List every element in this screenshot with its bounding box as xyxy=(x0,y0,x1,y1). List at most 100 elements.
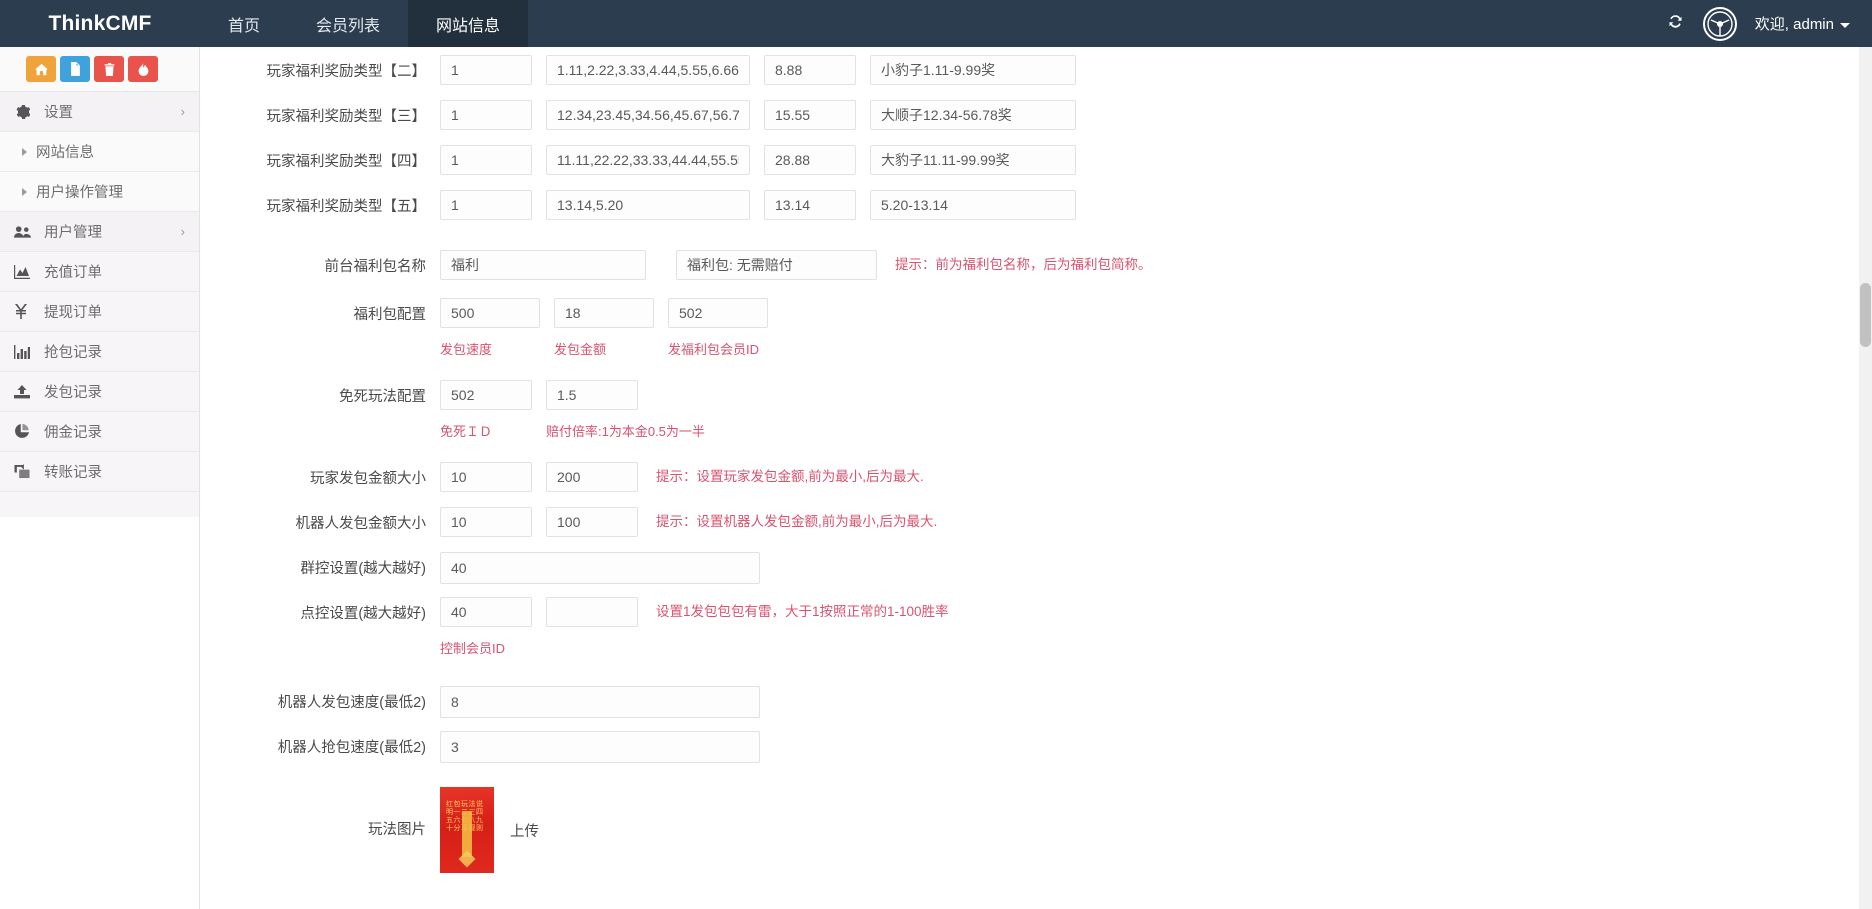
sidebar-item-label: 用户管理 xyxy=(44,225,102,241)
red-envelope-thumbnail[interactable]: 红包玩法说明一二三四五六七八九十分享规则 xyxy=(440,787,494,873)
home-icon[interactable] xyxy=(26,56,56,82)
reward-type-3-enable-input[interactable] xyxy=(440,100,532,130)
package-amount-input[interactable] xyxy=(554,298,654,328)
reward-type-4-amount-input[interactable] xyxy=(764,145,856,175)
fire-icon[interactable] xyxy=(128,56,158,82)
form-row: 玩家福利奖励类型【四】 xyxy=(200,145,1872,179)
trash-icon[interactable] xyxy=(94,56,124,82)
reward-type-3-values-input[interactable] xyxy=(546,100,750,130)
field-label: 机器人发包速度(最低2) xyxy=(277,695,426,711)
reward-type-2-values-input[interactable] xyxy=(546,55,750,85)
gear-icon xyxy=(14,104,38,120)
point-control-sublabel: 控制会员ID xyxy=(440,641,506,656)
nav-tab-member-list[interactable]: 会员列表 xyxy=(288,0,408,47)
sidebar-item-site-info[interactable]: 网站信息 xyxy=(0,132,199,172)
refresh-icon[interactable] xyxy=(1666,12,1685,35)
field-with-sublabel: 控制会员ID xyxy=(440,597,532,657)
field-group: 免死ＩＤ 赔付倍率:1为本金0.5为一半 xyxy=(440,380,705,440)
reward-type-2-amount-input[interactable] xyxy=(764,55,856,85)
field-label: 机器人抢包速度(最低2) xyxy=(277,740,426,756)
sidebar-item-commission-records[interactable]: 佣金记录 xyxy=(0,412,199,452)
robot-amount-max-input[interactable] xyxy=(546,507,638,537)
field-group xyxy=(440,55,1076,85)
sidebar-item-recharge-orders[interactable]: 充值订单 xyxy=(0,252,199,292)
form-row: 机器人抢包速度(最低2) xyxy=(200,731,1872,765)
field-group: 红包玩法说明一二三四五六七八九十分享规则 上传 xyxy=(440,787,539,873)
form-row: 群控设置(越大越好) xyxy=(200,552,1872,586)
sidebar-subitem-label: 网站信息 xyxy=(36,145,94,161)
scrollbar-thumb[interactable] xyxy=(1860,283,1871,347)
sidebar-item-withdraw-orders[interactable]: 提现订单 xyxy=(0,292,199,332)
field-group xyxy=(440,145,1076,175)
sidebar-item-settings[interactable]: 设置 › xyxy=(0,92,199,132)
form-row: 点控设置(越大越好) 控制会员ID 设置1发包包包有雷，大于1按照正常的1-10… xyxy=(200,597,1872,657)
reward-type-3-amount-input[interactable] xyxy=(764,100,856,130)
topbar-right-group: 欢迎, admin xyxy=(1666,0,1872,47)
field-label: 玩家福利奖励类型【五】 xyxy=(266,199,427,215)
reward-type-3-name-input[interactable] xyxy=(870,100,1076,130)
robot-send-speed-input[interactable] xyxy=(440,686,760,718)
welcome-user-menu[interactable]: 欢迎, admin xyxy=(1755,13,1850,34)
player-amount-min-input[interactable] xyxy=(440,462,532,492)
sidebar-item-user-operations[interactable]: 用户操作管理 xyxy=(0,172,199,212)
chevron-right-icon: › xyxy=(180,224,185,239)
point-control-member-id-input[interactable] xyxy=(440,597,532,627)
nav-tab-home[interactable]: 首页 xyxy=(200,0,288,47)
immunity-id-input[interactable] xyxy=(440,380,532,410)
point-control-value-input[interactable] xyxy=(546,597,638,627)
chevron-right-icon: › xyxy=(180,104,185,119)
brand-logo[interactable]: ThinkCMF xyxy=(0,0,200,47)
form-row: 机器人发包金额大小 提示：设置机器人发包金额,前为最小,后为最大. xyxy=(200,507,1872,541)
reward-type-4-values-input[interactable] xyxy=(546,145,750,175)
package-member-id-input[interactable] xyxy=(668,298,768,328)
upload-button[interactable]: 上传 xyxy=(510,820,539,841)
sidebar-item-label: 转账记录 xyxy=(44,465,102,481)
sidebar-item-grab-records[interactable]: 抢包记录 xyxy=(0,332,199,372)
field-label: 前台福利包名称 xyxy=(324,259,427,275)
reward-type-5-amount-input[interactable] xyxy=(764,190,856,220)
sidebar-item-send-records[interactable]: 发包记录 xyxy=(0,372,199,412)
top-navigation-bar: ThinkCMF 首页 会员列表 网站信息 欢迎, admin xyxy=(0,0,1872,47)
settings-form: 玩家福利奖励类型【二】 玩家福利奖励类型【三】 玩家福利奖励类型【四】 xyxy=(200,55,1872,873)
field-group xyxy=(440,686,760,718)
nav-tab-site-info[interactable]: 网站信息 xyxy=(408,0,529,47)
reward-type-4-enable-input[interactable] xyxy=(440,145,532,175)
form-row: 玩家福利奖励类型【五】 xyxy=(200,190,1872,224)
player-amount-max-input[interactable] xyxy=(546,462,638,492)
field-group: 提示：设置玩家发包金额,前为最小,后为最大. xyxy=(440,462,924,492)
vertical-scrollbar[interactable] xyxy=(1859,47,1872,909)
transfer-icon xyxy=(14,464,38,479)
group-control-input[interactable] xyxy=(440,552,760,584)
field-label: 玩家发包金额大小 xyxy=(310,471,426,487)
compensation-rate-input[interactable] xyxy=(546,380,638,410)
reward-type-2-enable-input[interactable] xyxy=(440,55,532,85)
file-icon[interactable] xyxy=(60,56,90,82)
robot-amount-min-input[interactable] xyxy=(440,507,532,537)
player-amount-hint: 提示：设置玩家发包金额,前为最小,后为最大. xyxy=(656,469,924,484)
main-content: 玩家福利奖励类型【二】 玩家福利奖励类型【三】 玩家福利奖励类型【四】 xyxy=(200,47,1872,909)
field-with-sublabel: 免死ＩＤ xyxy=(440,380,532,440)
reward-type-5-values-input[interactable] xyxy=(546,190,750,220)
field-with-sublabel: 发包金额 xyxy=(554,298,654,358)
field-label: 群控设置(越大越好) xyxy=(300,561,426,577)
sidebar-item-transfer-records[interactable]: 转账记录 xyxy=(0,452,199,492)
field-group xyxy=(440,731,760,763)
reward-type-4-name-input[interactable] xyxy=(870,145,1076,175)
reward-type-5-enable-input[interactable] xyxy=(440,190,532,220)
field-label: 玩家福利奖励类型【二】 xyxy=(266,64,427,80)
welfare-package-short-name-input[interactable] xyxy=(676,250,877,280)
field-group: 发包速度 发包金额 发福利包会员ID xyxy=(440,298,768,358)
form-row: 玩家福利奖励类型【二】 xyxy=(200,55,1872,89)
form-row: 机器人发包速度(最低2) xyxy=(200,686,1872,720)
welfare-package-name-input[interactable] xyxy=(440,250,646,280)
user-avatar-icon[interactable] xyxy=(1702,6,1737,41)
robot-grab-speed-input[interactable] xyxy=(440,731,760,763)
field-label: 点控设置(越大越好) xyxy=(300,606,426,622)
sidebar-item-label: 提现订单 xyxy=(44,305,102,321)
sidebar-item-user-management[interactable]: 用户管理 › xyxy=(0,212,199,252)
field-label: 免死玩法配置 xyxy=(339,389,426,405)
reward-type-5-name-input[interactable] xyxy=(870,190,1076,220)
package-speed-input[interactable] xyxy=(440,298,540,328)
reward-type-2-name-input[interactable] xyxy=(870,55,1076,85)
field-with-sublabel: 赔付倍率:1为本金0.5为一半 xyxy=(546,380,705,440)
